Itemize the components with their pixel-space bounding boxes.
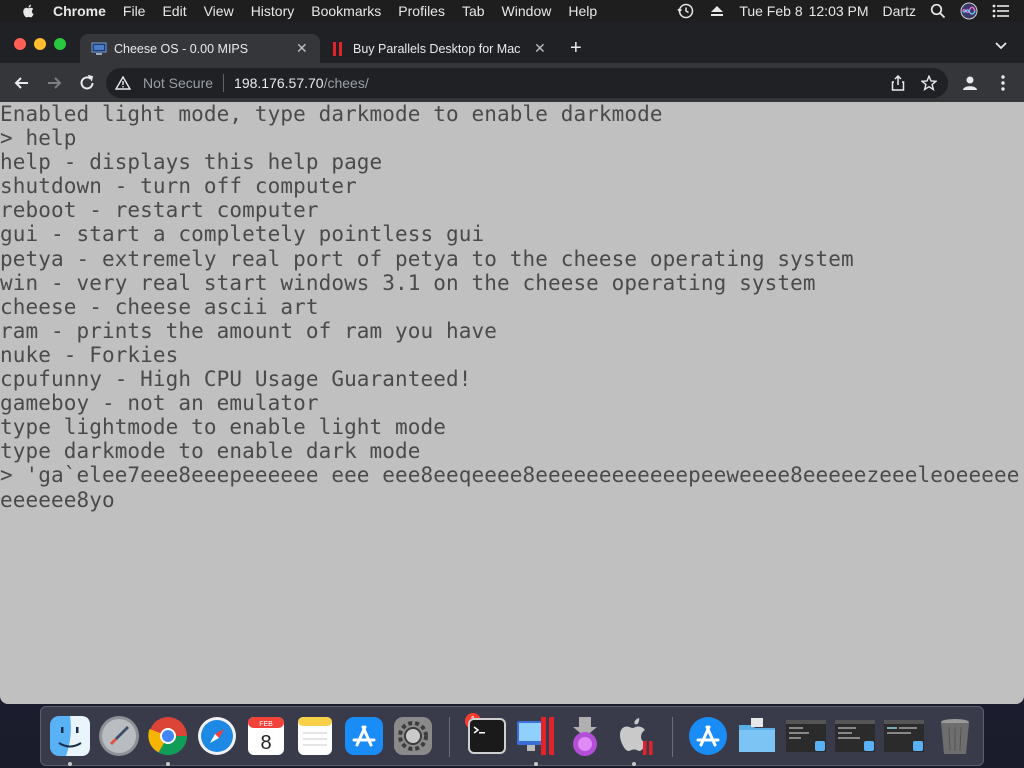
menu-history[interactable]: History (251, 3, 295, 19)
terminal-line: cpufunny - High CPU Usage Guaranteed! (0, 367, 472, 392)
not-secure-label[interactable]: Not Secure (143, 75, 213, 91)
minimized-window-thumbnail-icon[interactable] (834, 715, 876, 757)
spotlight-search-icon[interactable] (930, 3, 946, 19)
parallels-desktop-icon[interactable] (515, 715, 557, 757)
zoom-window-button[interactable] (54, 38, 66, 50)
menu-bar-status-area: Tue Feb 8 12:03 PM Dartz (677, 0, 1024, 22)
terminal-line: ram - prints the amount of ram you have (0, 318, 497, 343)
new-tab-button[interactable]: + (570, 38, 582, 58)
parallels-running-indicator (534, 762, 538, 766)
menu-edit[interactable]: Edit (162, 3, 186, 19)
minimized-window-thumbnail-icon[interactable] (883, 715, 925, 757)
menu-bookmarks[interactable]: Bookmarks (311, 3, 381, 19)
reload-icon[interactable] (77, 73, 97, 93)
terminal-line: > help (0, 126, 77, 151)
tab-cheese-os[interactable]: Cheese OS - 0.00 MIPS ✕ (80, 34, 320, 63)
minimize-window-button[interactable] (34, 38, 46, 50)
menu-bar-date[interactable]: Tue Feb 8 (739, 3, 802, 19)
profile-avatar-icon[interactable] (960, 73, 980, 93)
close-window-button[interactable] (14, 38, 26, 50)
terminal-output[interactable]: Enabled light mode, type darkmode to ena… (0, 102, 1024, 512)
terminal-line: nuke - Forkies (0, 342, 179, 367)
installer-icon[interactable] (564, 715, 606, 757)
desktop: Chrome File Edit View History Bookmarks … (0, 0, 1024, 768)
parallels-favicon-icon (333, 42, 342, 56)
terminal-line: shutdown - turn off computer (0, 174, 357, 199)
menu-tab[interactable]: Tab (462, 3, 485, 19)
menu-bar: Chrome File Edit View History Bookmarks … (0, 0, 1024, 22)
launchpad-rocket-icon[interactable] (98, 715, 140, 757)
terminal-line: gameboy - not an emulator (0, 391, 319, 416)
terminal-line: Enabled light mode, type darkmode to ena… (0, 102, 663, 126)
terminal-line: reboot - restart computer (0, 198, 319, 223)
menu-app-chrome[interactable]: Chrome (53, 3, 106, 19)
siri-icon[interactable] (960, 2, 978, 20)
dock-divider (672, 717, 673, 757)
bootcamp-running-indicator (632, 762, 636, 766)
app-store-downloads-icon[interactable] (687, 715, 729, 757)
terminal-line: petya - extremely real port of petya to … (0, 246, 854, 271)
svg-text:FEB: FEB (259, 721, 273, 728)
bookmark-star-icon[interactable] (921, 75, 937, 91)
terminal-line: help - displays this help page (0, 150, 383, 175)
tab-strip: Cheese OS - 0.00 MIPS ✕ Buy Parallels De… (0, 22, 1024, 63)
terminal-line: type lightmode to enable light mode (0, 415, 447, 440)
finder-running-indicator (68, 762, 72, 766)
address-divider (223, 74, 225, 92)
not-secure-warning-icon[interactable] (115, 76, 131, 90)
notes-icon[interactable] (294, 715, 336, 757)
app-store-icon[interactable] (343, 715, 385, 757)
safari-compass-icon[interactable] (196, 715, 238, 757)
menu-profiles[interactable]: Profiles (398, 3, 445, 19)
minimized-window-thumbnail-icon[interactable] (785, 715, 827, 757)
menu-help[interactable]: Help (568, 3, 597, 19)
terminal-line: > 'ga`elee7eee8eeepeeeeee eee eee8eeqeee… (0, 463, 1020, 488)
time-machine-icon[interactable] (677, 3, 695, 19)
dock: FEB 8 1 (40, 706, 984, 766)
terminal-icon[interactable] (466, 715, 508, 757)
finder-icon[interactable] (49, 715, 91, 757)
forward-arrow-icon[interactable] (44, 73, 64, 93)
terminal-line: eeeeee8yo (0, 487, 115, 512)
tab-close-icon[interactable]: ✕ (534, 40, 546, 57)
menu-window[interactable]: Window (502, 3, 552, 19)
url-host[interactable]: 198.176.57.70 (234, 75, 324, 91)
tab-search-chevron-down-icon[interactable] (994, 41, 1008, 51)
chrome-window: Cheese OS - 0.00 MIPS ✕ Buy Parallels De… (0, 22, 1024, 704)
system-preferences-gear-icon[interactable] (392, 715, 434, 757)
downloads-folder-icon[interactable] (736, 715, 778, 757)
url-path[interactable]: /chees/ (324, 75, 369, 91)
terminal-line: cheese - cheese ascii art (0, 294, 319, 319)
share-icon[interactable] (890, 75, 906, 91)
terminal-line: win - very real start windows 3.1 on the… (0, 270, 816, 295)
cheese-os-page[interactable]: Enabled light mode, type darkmode to ena… (0, 102, 1024, 704)
chrome-toolbar: Not Secure 198.176.57.70 /chees/ (0, 63, 1024, 102)
google-chrome-icon[interactable] (147, 715, 189, 757)
eject-icon[interactable] (709, 4, 725, 18)
address-bar[interactable]: Not Secure 198.176.57.70 /chees/ (106, 68, 948, 98)
terminal-line: gui - start a completely pointless gui (0, 222, 485, 247)
menu-file[interactable]: File (123, 3, 146, 19)
terminal-line: type darkmode to enable dark mode (0, 439, 421, 464)
tab-title: Cheese OS - 0.00 MIPS (114, 41, 249, 56)
chrome-running-indicator (166, 762, 170, 766)
menu-bar-time[interactable]: 12:03 PM (809, 3, 869, 19)
calendar-icon[interactable]: FEB 8 (245, 715, 287, 757)
back-arrow-icon[interactable] (12, 73, 32, 93)
menu-bar-user[interactable]: Dartz (883, 3, 916, 19)
tab-parallels[interactable]: Buy Parallels Desktop for Mac ✕ (322, 34, 557, 63)
dock-divider (449, 717, 450, 757)
boot-camp-apple-icon[interactable] (613, 715, 655, 757)
tab-close-icon[interactable]: ✕ (296, 40, 308, 57)
apple-menu-icon[interactable] (19, 3, 39, 19)
tab-title: Buy Parallels Desktop for Mac (353, 41, 521, 56)
control-center-icon[interactable] (992, 4, 1010, 18)
cheese-os-favicon-icon (91, 42, 107, 55)
more-options-icon[interactable] (993, 73, 1013, 93)
trash-icon[interactable] (934, 715, 976, 757)
svg-text:8: 8 (260, 732, 271, 754)
menu-view[interactable]: View (204, 3, 234, 19)
